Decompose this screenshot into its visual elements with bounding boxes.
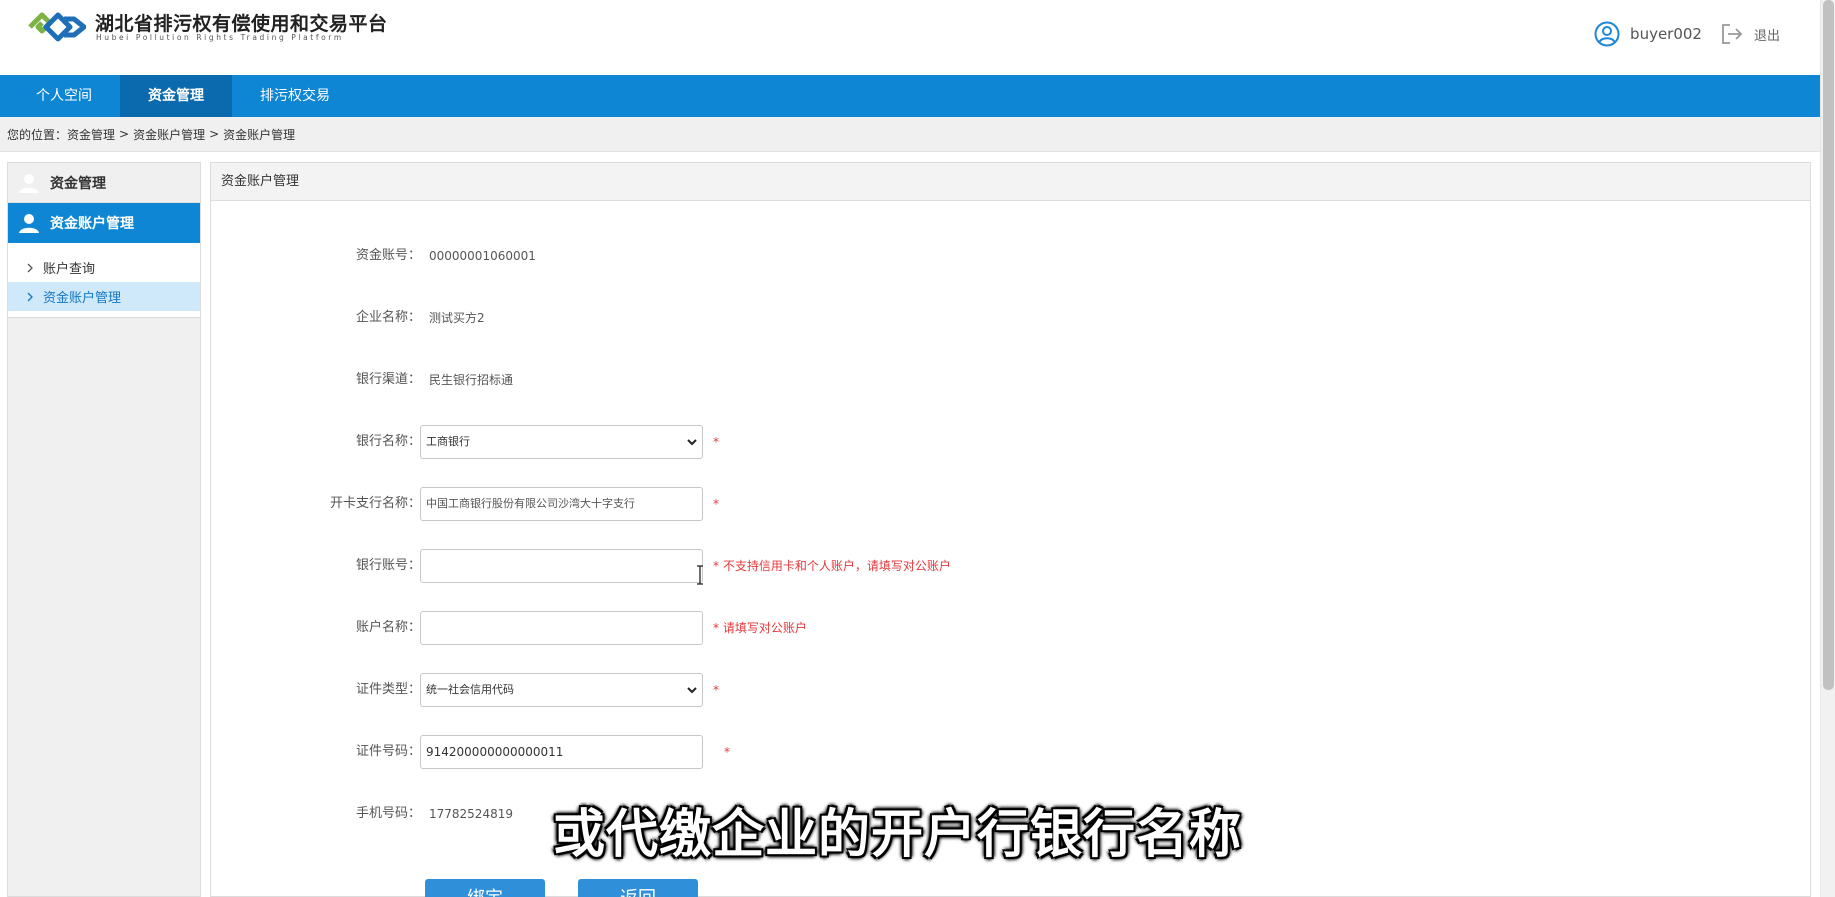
text-cursor-icon bbox=[697, 565, 703, 585]
sidebar-item-label: 账户查询 bbox=[43, 262, 96, 277]
page-scrollbar[interactable] bbox=[1820, 0, 1835, 897]
field-label: 证件号码： bbox=[355, 744, 421, 759]
panel-title: 资金账户管理 bbox=[211, 163, 1810, 201]
sidebar-item-fund-account-management[interactable]: 资金账户管理 bbox=[8, 282, 200, 311]
sidebar-group-label: 资金账户管理 bbox=[50, 216, 134, 232]
user-silhouette-icon bbox=[19, 173, 39, 193]
user-area: buyer002 退出 bbox=[1594, 21, 1780, 47]
logout-arrow-icon[interactable] bbox=[1720, 22, 1744, 46]
page: 湖北省排污权有偿使用和交易平台 Hubei Pollution Rights T… bbox=[0, 0, 1835, 897]
field-label: 证件类型： bbox=[355, 682, 421, 697]
chevron-down-icon bbox=[687, 439, 697, 446]
cert-no-input[interactable]: 914200000000000011 bbox=[420, 735, 703, 769]
form-row-cert-no: 证件号码： 914200000000000011 * bbox=[211, 735, 1211, 769]
logout-link[interactable]: 退出 bbox=[1754, 25, 1780, 44]
account-holder-input[interactable] bbox=[420, 611, 703, 645]
form-row-cert-type: 证件类型： 统一社会信用代码 * bbox=[211, 673, 1211, 707]
sidebar-section-label: 资金管理 bbox=[50, 175, 106, 192]
sidebar-group-fund-account[interactable]: 资金账户管理 bbox=[8, 203, 200, 243]
sidebar-section-fund-management[interactable]: 资金管理 bbox=[8, 163, 200, 203]
chevron-right-icon bbox=[27, 292, 33, 301]
form-row-account-no: 资金账号： 00000001060001 bbox=[211, 239, 1211, 273]
field-label: 企业名称： bbox=[355, 310, 421, 325]
chevron-down-icon bbox=[687, 687, 697, 694]
form-row-bank-name: 银行名称： 工商银行 * bbox=[211, 425, 1211, 459]
field-label: 银行名称： bbox=[355, 434, 421, 449]
phone-value: 17782524819 bbox=[429, 807, 513, 821]
breadcrumb-item[interactable]: 资金管理 bbox=[67, 126, 115, 143]
field-label: 银行渠道： bbox=[355, 372, 421, 387]
breadcrumb-prefix: 您的位置： bbox=[7, 127, 68, 142]
sidebar-item-label: 资金账户管理 bbox=[43, 291, 122, 306]
form-row-bank-channel: 银行渠道： 民生银行招标通 bbox=[211, 363, 1211, 397]
form-row-company-name: 企业名称： 测试买方2 bbox=[211, 301, 1211, 335]
required-mark: * bbox=[724, 745, 730, 759]
bank-account-input[interactable] bbox=[420, 549, 703, 583]
form-row-branch-name: 开卡支行名称： 中国工商银行股份有限公司沙湾大十字支行 * bbox=[211, 487, 1211, 521]
diamond-chain-logo-icon bbox=[28, 12, 86, 42]
cert-type-select[interactable]: 统一社会信用代码 bbox=[420, 673, 703, 707]
sidebar: 资金管理 资金账户管理 账户查询 资金账户管理 bbox=[7, 162, 201, 897]
breadcrumb-item: 资金账户管理 bbox=[223, 127, 296, 142]
site-subtitle: Hubei Pollution Rights Trading Platform bbox=[96, 33, 344, 42]
scrollbar-thumb[interactable] bbox=[1823, 0, 1834, 690]
user-circle-icon[interactable] bbox=[1594, 21, 1620, 47]
sidebar-submenu: 账户查询 资金账户管理 bbox=[8, 243, 200, 318]
bind-button[interactable]: 绑定 bbox=[425, 879, 545, 897]
site-title: 湖北省排污权有偿使用和交易平台 bbox=[95, 13, 388, 35]
header: 湖北省排污权有偿使用和交易平台 Hubei Pollution Rights T… bbox=[0, 0, 1820, 75]
breadcrumb-separator: > bbox=[119, 127, 130, 141]
sidebar-item-account-query[interactable]: 账户查询 bbox=[8, 253, 200, 282]
main-panel: 资金账户管理 资金账号： 00000001060001 企业名称： 测试买方2 … bbox=[210, 162, 1811, 897]
required-mark: * bbox=[713, 683, 719, 697]
cert-type-selected: 统一社会信用代码 bbox=[426, 683, 514, 696]
form-row-account-holder: 账户名称： * 请填写对公账户 bbox=[211, 611, 1211, 645]
user-silhouette-icon bbox=[19, 214, 39, 233]
username[interactable]: buyer002 bbox=[1630, 25, 1702, 43]
field-label: 手机号码： bbox=[355, 806, 421, 821]
account-no-value: 00000001060001 bbox=[429, 249, 536, 263]
nav-item-personal-space[interactable]: 个人空间 bbox=[0, 75, 120, 117]
bank-name-selected: 工商银行 bbox=[426, 435, 470, 448]
breadcrumb-separator: > bbox=[209, 127, 220, 141]
breadcrumb-item[interactable]: 资金账户管理 bbox=[133, 126, 205, 143]
nav-item-fund-management[interactable]: 资金管理 bbox=[120, 75, 232, 117]
bank-name-select[interactable]: 工商银行 bbox=[420, 425, 703, 459]
branch-name-input[interactable]: 中国工商银行股份有限公司沙湾大十字支行 bbox=[420, 487, 703, 521]
required-mark: * bbox=[713, 497, 719, 511]
required-mark: * bbox=[713, 435, 719, 449]
back-button[interactable]: 返回 bbox=[578, 879, 698, 897]
chevron-right-icon bbox=[27, 263, 33, 272]
breadcrumb: 您的位置： 资金管理 > 资金账户管理 > 资金账户管理 bbox=[0, 117, 1820, 152]
account-holder-hint: * 请填写对公账户 bbox=[713, 621, 807, 635]
field-label: 资金账号： bbox=[355, 248, 421, 263]
field-label: 开卡支行名称： bbox=[329, 496, 421, 511]
bank-channel-value: 民生银行招标通 bbox=[429, 373, 514, 387]
field-label: 账户名称： bbox=[355, 620, 421, 635]
field-label: 银行账号： bbox=[355, 558, 421, 573]
bank-account-hint: * 不支持信用卡和个人账户，请填写对公账户 bbox=[713, 559, 951, 573]
form-row-bank-account: 银行账号： * 不支持信用卡和个人账户，请填写对公账户 bbox=[211, 549, 1211, 583]
nav-item-emission-trading[interactable]: 排污权交易 bbox=[232, 75, 358, 117]
main-nav: 个人空间 资金管理 排污权交易 bbox=[0, 75, 1820, 117]
company-name-value: 测试买方2 bbox=[429, 311, 485, 325]
video-subtitle: 或代缴企业的开户行银行名称 bbox=[553, 805, 1243, 865]
